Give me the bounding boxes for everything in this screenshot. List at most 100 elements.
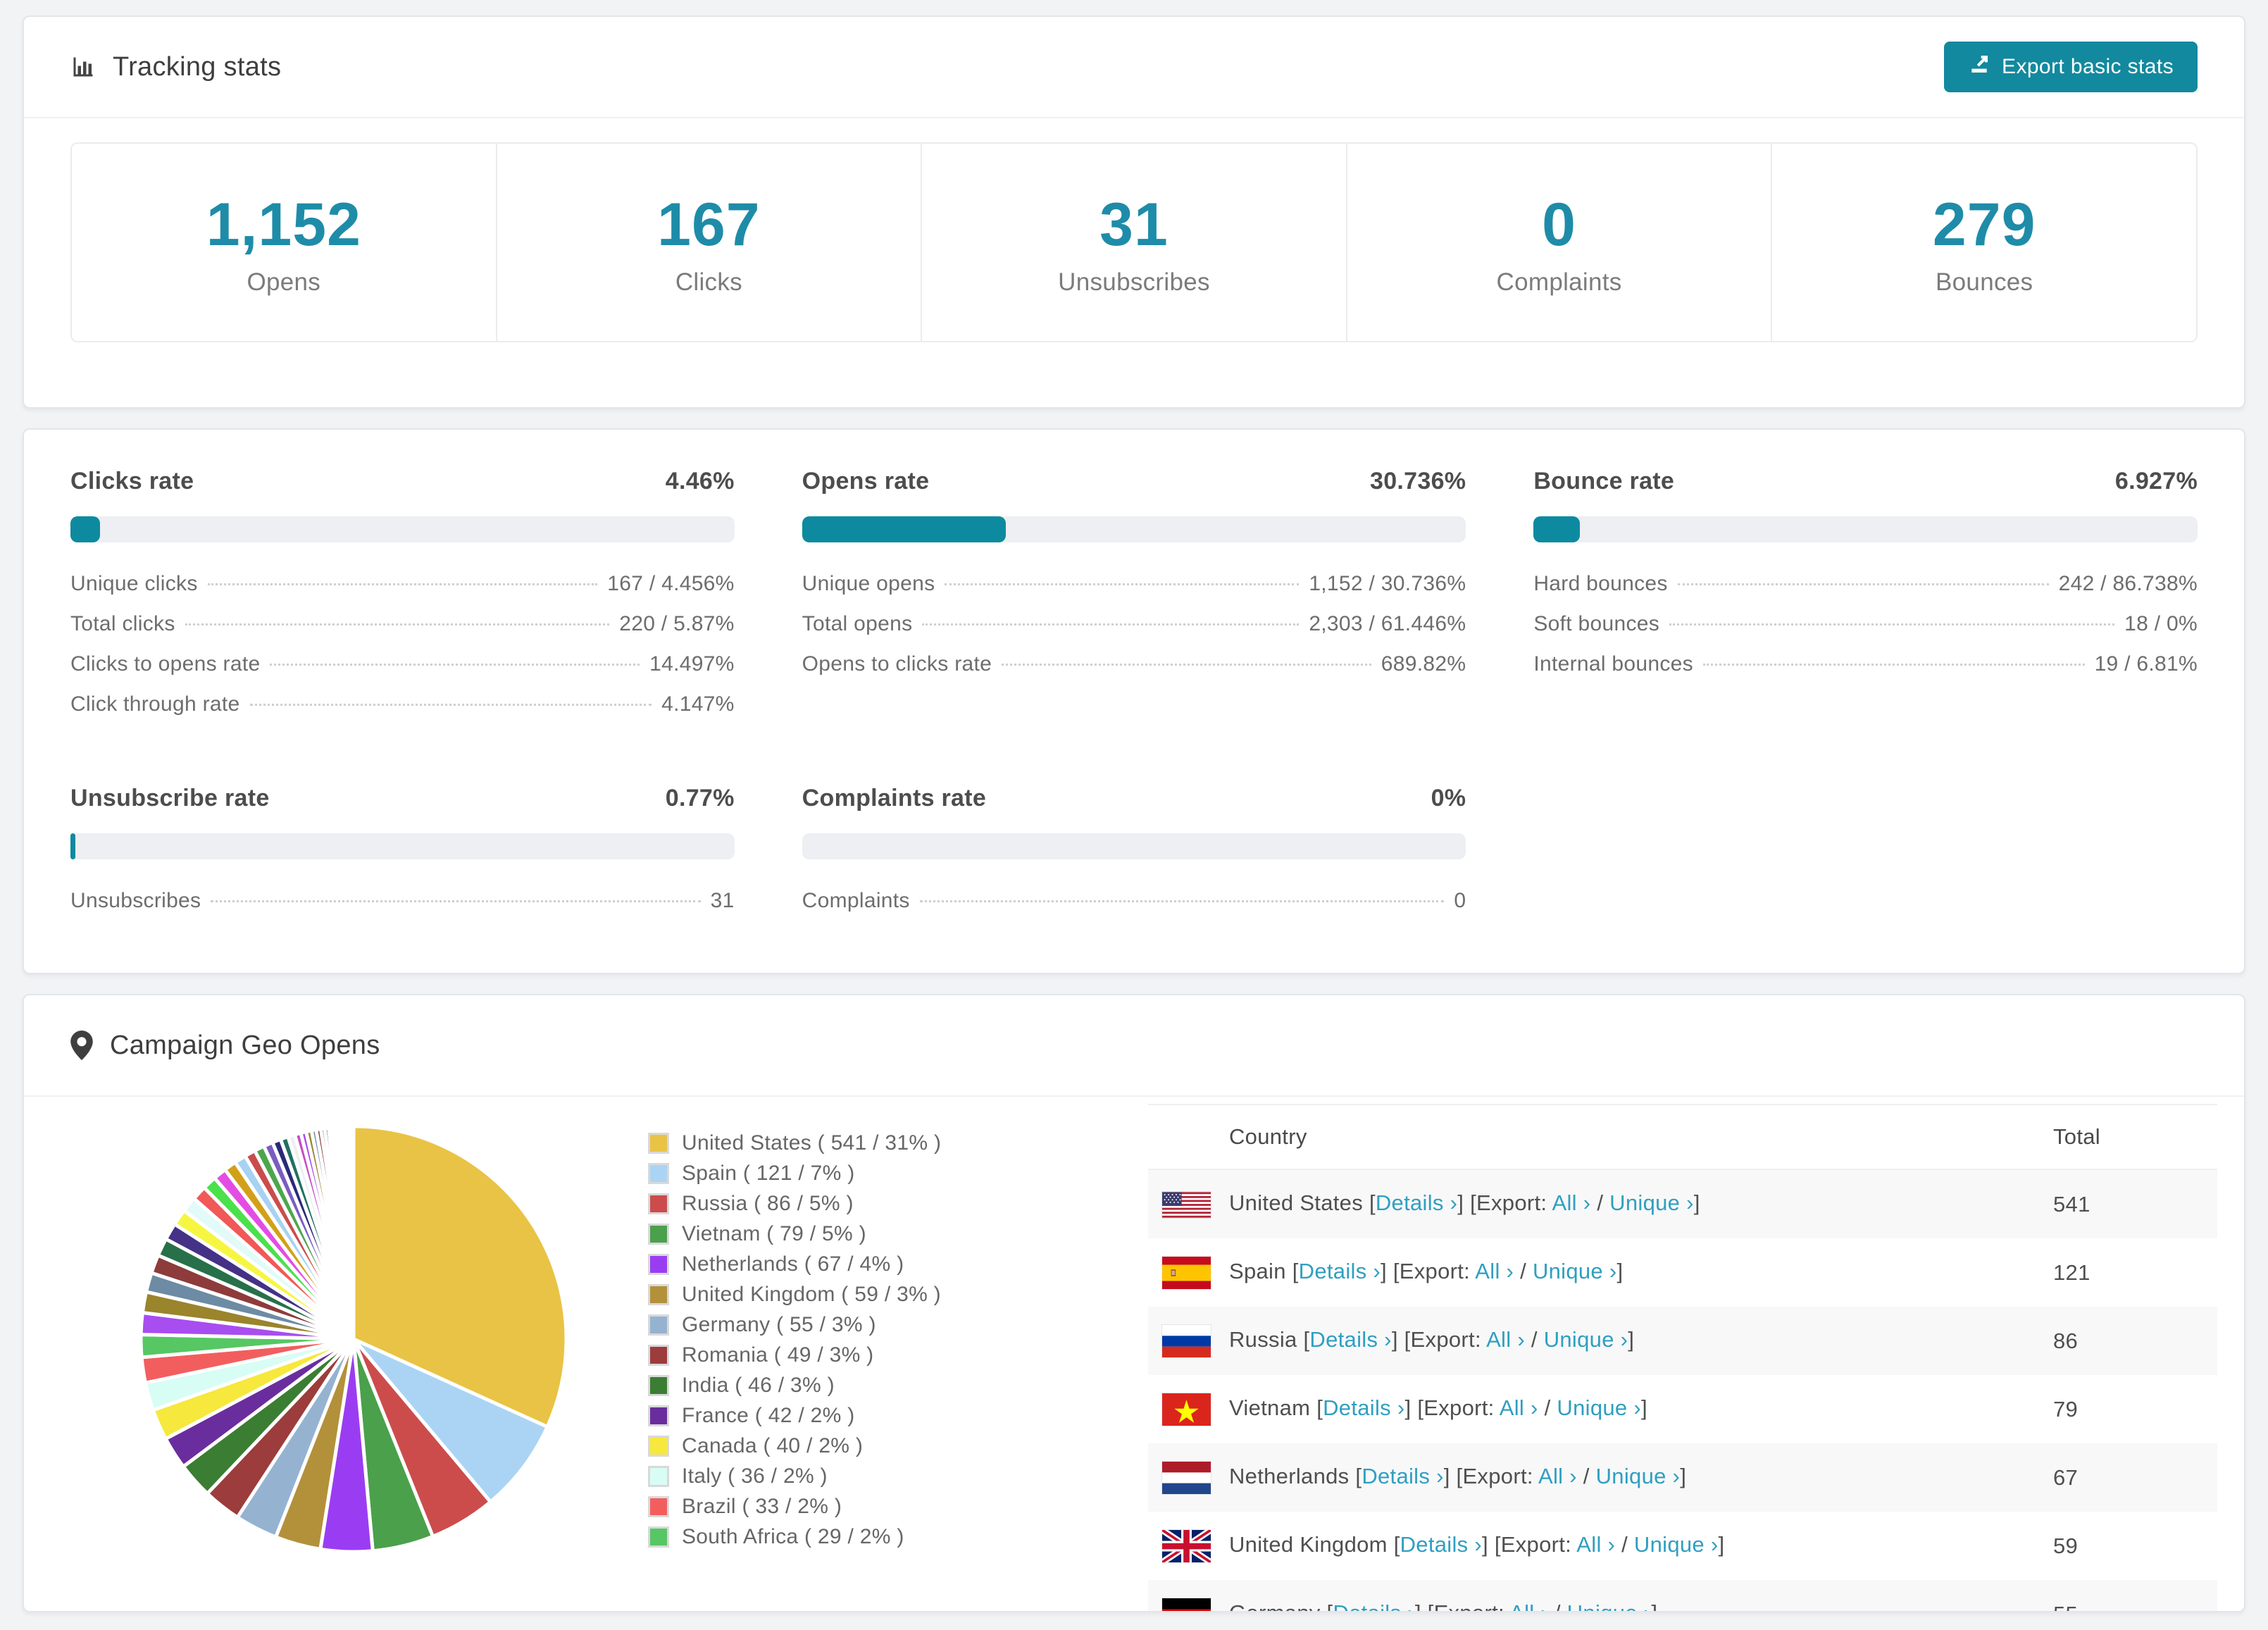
country-name: Vietnam xyxy=(1229,1395,1311,1420)
geo-opens-title: Campaign Geo Opens xyxy=(70,1031,380,1061)
dotted-leader xyxy=(919,900,1445,902)
export-all-link[interactable]: All › xyxy=(1486,1327,1525,1352)
flag-us-icon xyxy=(1162,1191,1211,1218)
export-all-link[interactable]: All › xyxy=(1509,1600,1548,1611)
flag-es-icon xyxy=(1162,1256,1211,1289)
country-name: Russia xyxy=(1229,1326,1297,1352)
export-basic-stats-button[interactable]: Export basic stats xyxy=(1944,42,2198,92)
geo-table-row-gb: United Kingdom [Details ›] [Export: All … xyxy=(1148,1512,2217,1580)
legend-swatch xyxy=(648,1405,669,1426)
stat-label: Bounces xyxy=(1936,268,2033,296)
legend-swatch xyxy=(648,1193,669,1214)
legend-item: France ( 42 / 2% ) xyxy=(648,1400,941,1431)
export-unique-link[interactable]: Unique › xyxy=(1596,1464,1681,1488)
country-total: 121 xyxy=(2053,1259,2091,1285)
legend-label: Germany ( 55 / 3% ) xyxy=(682,1312,876,1336)
details-link[interactable]: Details › xyxy=(1299,1259,1381,1283)
details-link[interactable]: Details › xyxy=(1362,1464,1443,1488)
export-unique-link[interactable]: Unique › xyxy=(1544,1327,1628,1352)
geo-table-row-ru: Russia [Details ›] [Export: All › / Uniq… xyxy=(1148,1307,2217,1375)
export-all-link[interactable]: All › xyxy=(1475,1259,1514,1283)
legend-swatch xyxy=(648,1374,669,1396)
legend-label: Spain ( 121 / 7% ) xyxy=(682,1161,855,1185)
progress-bar xyxy=(802,516,1466,542)
country-total: 67 xyxy=(2053,1464,2079,1490)
rate-detail-label: Opens to clicks rate xyxy=(802,652,992,676)
geo-table-row-vn: Vietnam [Details ›] [Export: All › / Uni… xyxy=(1148,1375,2217,1443)
legend-item: Vietnam ( 79 / 5% ) xyxy=(648,1219,941,1249)
legend-swatch xyxy=(648,1314,669,1336)
flag-nl-icon xyxy=(1162,1461,1211,1494)
legend-label: South Africa ( 29 / 2% ) xyxy=(682,1524,904,1548)
details-link[interactable]: Details › xyxy=(1376,1190,1457,1215)
rate-title: Clicks rate xyxy=(70,468,194,494)
stat-value: 279 xyxy=(1932,191,2036,259)
country-name: United Kingdom xyxy=(1229,1531,1388,1557)
dotted-leader xyxy=(211,900,701,902)
rate-detail-label: Unique clicks xyxy=(70,572,198,595)
country-name: Spain xyxy=(1229,1258,1286,1283)
column-header-country: Country xyxy=(1148,1104,2053,1170)
rate-detail-row: Opens to clicks rate 689.82% xyxy=(802,652,1466,692)
legend-swatch xyxy=(648,1435,669,1457)
export-unique-link[interactable]: Unique › xyxy=(1634,1532,1719,1557)
legend-label: Vietnam ( 79 / 5% ) xyxy=(682,1221,866,1245)
rate-title: Opens rate xyxy=(802,468,930,494)
legend-item: Romania ( 49 / 3% ) xyxy=(648,1340,941,1370)
details-link[interactable]: Details › xyxy=(1400,1532,1482,1557)
legend-label: Russia ( 86 / 5% ) xyxy=(682,1191,854,1215)
rate-title: Bounce rate xyxy=(1533,468,1675,494)
rates-grid: Clicks rate 4.46% Unique clicks 167 / 4.… xyxy=(70,468,2198,929)
rate-detail-row: Click through rate 4.147% xyxy=(70,692,735,733)
details-link[interactable]: Details › xyxy=(1309,1327,1391,1352)
campaign-geo-opens-card: Campaign Geo Opens United States ( 541 /… xyxy=(23,994,2245,1612)
rate-detail-label: Total opens xyxy=(802,612,913,635)
legend-swatch xyxy=(648,1223,669,1245)
details-link[interactable]: Details › xyxy=(1323,1395,1404,1420)
legend-label: Romania ( 49 / 3% ) xyxy=(682,1343,874,1367)
rate-title: Unsubscribe rate xyxy=(70,785,270,811)
export-unique-link[interactable]: Unique › xyxy=(1609,1190,1694,1215)
rate-detail-label: Clicks to opens rate xyxy=(70,652,261,676)
legend-swatch xyxy=(648,1526,669,1548)
export-unique-link[interactable]: Unique › xyxy=(1567,1600,1652,1611)
dotted-leader xyxy=(945,583,1300,585)
legend-label: United Kingdom ( 59 / 3% ) xyxy=(682,1282,941,1306)
export-all-link[interactable]: All › xyxy=(1576,1532,1615,1557)
flag-gb-icon xyxy=(1162,1529,1211,1562)
stat-value: 167 xyxy=(657,191,761,259)
export-all-link[interactable]: All › xyxy=(1500,1395,1538,1420)
rate-detail-row: Hard bounces 242 / 86.738% xyxy=(1533,572,2198,612)
export-unique-link[interactable]: Unique › xyxy=(1533,1259,1617,1283)
geo-opens-content: United States ( 541 / 31% ) Spain ( 121 … xyxy=(24,1097,2244,1611)
export-all-link[interactable]: All › xyxy=(1552,1190,1591,1215)
legend-swatch xyxy=(648,1253,669,1275)
rate-detail-row: Clicks to opens rate 14.497% xyxy=(70,652,735,692)
export-unique-link[interactable]: Unique › xyxy=(1557,1395,1641,1420)
geo-table-row-es: Spain [Details ›] [Export: All › / Uniqu… xyxy=(1148,1238,2217,1307)
rate-value: 4.46% xyxy=(665,468,735,494)
progress-bar-fill xyxy=(70,516,101,542)
pie-slice[interactable] xyxy=(351,1124,356,1341)
stat-box-complaints: 0 Complaints xyxy=(1347,144,1773,341)
rate-detail-value: 220 / 5.87% xyxy=(619,612,735,635)
legend-label: Italy ( 36 / 2% ) xyxy=(682,1464,828,1488)
rate-value: 30.736% xyxy=(1370,468,1466,494)
legend-swatch xyxy=(648,1344,669,1366)
rate-detail-value: 19 / 6.81% xyxy=(2094,652,2198,676)
rate-detail-row: Total opens 2,303 / 61.446% xyxy=(802,612,1466,652)
dotted-leader xyxy=(207,583,598,585)
dotted-leader xyxy=(1677,583,2049,585)
export-all-link[interactable]: All › xyxy=(1538,1464,1577,1488)
rate-detail-label: Complaints xyxy=(802,889,910,912)
legend-item: United States ( 541 / 31% ) xyxy=(648,1128,941,1158)
stat-box-unsubscribes: 31 Unsubscribes xyxy=(922,144,1347,341)
legend-item: Germany ( 55 / 3% ) xyxy=(648,1309,941,1340)
legend-item: Spain ( 121 / 7% ) xyxy=(648,1158,941,1188)
rate-detail-row: Unsubscribes 31 xyxy=(70,889,735,929)
country-total: 541 xyxy=(2053,1191,2091,1217)
rate-block-opens-rate: Opens rate 30.736% Unique opens 1,152 / … xyxy=(802,468,1466,733)
progress-bar xyxy=(70,516,735,542)
progress-bar-fill xyxy=(1533,516,1580,542)
details-link[interactable]: Details › xyxy=(1333,1600,1414,1611)
